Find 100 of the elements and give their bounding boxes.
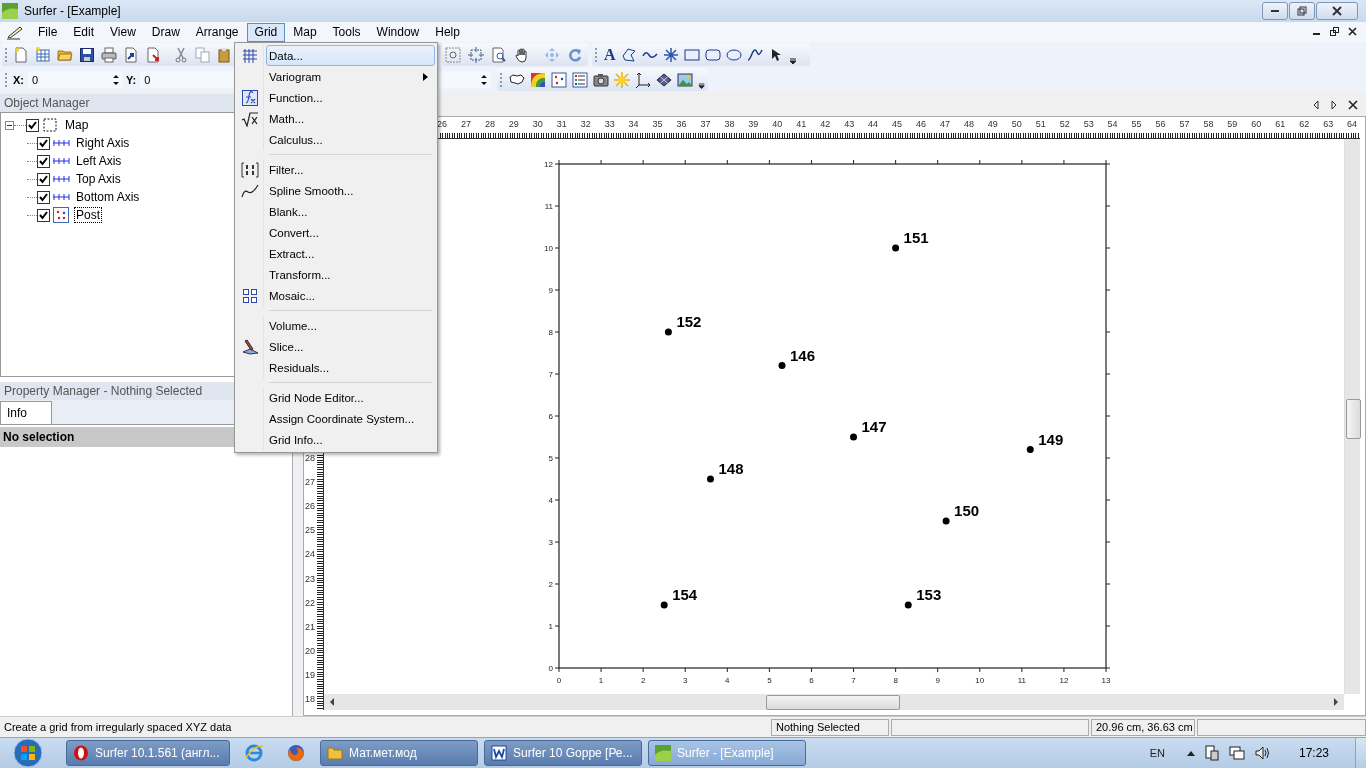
knife-icon	[241, 338, 259, 355]
close-icon[interactable]	[1348, 100, 1358, 110]
menu-item[interactable]: Arrange	[187, 22, 247, 42]
ruler-label: 62	[1298, 119, 1311, 129]
menu-item[interactable]: Tools	[324, 22, 369, 42]
spline-icon[interactable]	[746, 46, 763, 63]
menu-option[interactable]: Data...	[266, 45, 435, 66]
horizontal-scrollbar[interactable]	[324, 694, 1344, 710]
scroll-left-icon[interactable]	[1312, 100, 1320, 110]
device-icon[interactable]	[1204, 745, 1219, 761]
import-icon[interactable]	[145, 46, 161, 63]
menu-option[interactable]: Blank...	[266, 201, 435, 222]
zoom-select-icon[interactable]	[445, 46, 461, 63]
cut-icon[interactable]	[173, 46, 189, 63]
post-map-icon[interactable]	[550, 71, 567, 88]
menu-option[interactable]: Variogram	[266, 66, 435, 87]
checkbox[interactable]	[26, 118, 39, 132]
tree-item[interactable]: Post	[74, 207, 102, 223]
mosaic-icon	[242, 287, 258, 304]
image-icon[interactable]	[676, 71, 693, 88]
tick-label: 10	[544, 244, 553, 253]
vertical-scrollbar[interactable]	[1344, 139, 1360, 694]
menu-option[interactable]: Transform...	[266, 264, 435, 285]
menu-item[interactable]: Map	[285, 22, 325, 42]
language-indicator[interactable]: EN	[1149, 747, 1165, 759]
ruler-label: 60	[1250, 119, 1263, 129]
rounded-rectangle-icon[interactable]	[704, 46, 721, 63]
start-button[interactable]	[13, 738, 43, 768]
scroll-right-icon[interactable]	[1330, 100, 1338, 110]
menu-option[interactable]: Calculus...	[266, 129, 435, 150]
menu-option[interactable]: Convert...	[266, 222, 435, 243]
checkbox[interactable]	[37, 136, 50, 150]
checkbox[interactable]	[37, 208, 50, 222]
show-hidden-icon[interactable]	[1186, 750, 1195, 756]
map-outline-icon[interactable]	[508, 71, 525, 88]
polygon-icon[interactable]	[620, 46, 637, 63]
text-tool[interactable]: A	[604, 46, 616, 63]
ruler-label: 52	[1058, 119, 1071, 129]
axes-icon[interactable]	[634, 71, 651, 88]
menu-item[interactable]: Edit	[65, 22, 103, 42]
scroll-left-icon[interactable]	[328, 697, 336, 707]
menu-item[interactable]: Help	[427, 22, 468, 42]
tick-label: 4	[548, 496, 553, 505]
menu-option[interactable]: Filter...	[266, 159, 435, 180]
ruler-label: 63	[1322, 119, 1335, 129]
checkbox[interactable]	[37, 154, 50, 168]
ruler-label: 54	[1106, 119, 1119, 129]
menu-item[interactable]: File	[30, 22, 66, 42]
ellipse-icon[interactable]	[725, 46, 742, 63]
close-button[interactable]	[1316, 2, 1358, 20]
tab[interactable]: Info	[0, 401, 52, 424]
menu-option[interactable]: Assign Coordinate System...	[266, 408, 435, 429]
restore-button[interactable]	[1289, 2, 1315, 20]
x-field[interactable]: 0	[28, 71, 122, 88]
save-icon[interactable]	[79, 46, 95, 63]
hand-icon[interactable]	[514, 46, 530, 63]
tree-item[interactable]: Left Axis	[74, 153, 124, 169]
ruler-label: 24	[305, 549, 315, 560]
collapse-icon[interactable]	[5, 120, 14, 130]
pen-icon[interactable]	[6, 24, 24, 40]
network-icon[interactable]	[1228, 745, 1245, 761]
menu-option[interactable]: Spline Smooth...	[266, 180, 435, 201]
surface-icon[interactable]	[655, 71, 672, 88]
menu-option[interactable]: Residuals...	[266, 357, 435, 378]
close-icon[interactable]	[1348, 27, 1358, 37]
volume-icon[interactable]	[1254, 745, 1271, 761]
menu-option[interactable]: Mosaic...	[266, 285, 435, 306]
menu-item[interactable]: Draw	[143, 22, 188, 42]
print-icon[interactable]	[101, 46, 117, 63]
tick-label: 4	[725, 676, 730, 685]
checkbox[interactable]	[37, 172, 50, 186]
menu-option[interactable]: Slice...	[266, 336, 435, 357]
checkbox[interactable]	[37, 190, 50, 204]
legend-icon[interactable]	[571, 71, 588, 88]
menu-option[interactable]: Volume...	[266, 315, 435, 336]
tick-label: 6	[809, 676, 814, 685]
new-worksheet-icon[interactable]	[35, 46, 51, 63]
menu-item[interactable]: Window	[368, 22, 428, 42]
tree-item[interactable]: Top Axis	[74, 171, 123, 187]
tree-item[interactable]: Bottom Axis	[74, 189, 142, 205]
color-map-icon[interactable]	[529, 71, 546, 88]
zoom-page-icon[interactable]	[491, 46, 507, 63]
export-icon[interactable]	[123, 46, 139, 63]
minimize-button[interactable]	[1262, 2, 1288, 20]
zoom-fit-icon[interactable]	[468, 46, 484, 63]
clock[interactable]: 17:23	[1298, 746, 1329, 760]
restore-icon[interactable]	[1330, 27, 1340, 37]
menu-item[interactable]: Grid	[246, 22, 286, 42]
spinner-icon[interactable]	[480, 72, 488, 87]
post-icon	[52, 207, 70, 223]
menu-item[interactable]: View	[102, 22, 144, 42]
rotate-icon[interactable]	[567, 46, 583, 63]
camera-icon[interactable]	[592, 71, 609, 88]
scroll-right-icon[interactable]	[1332, 697, 1340, 707]
spinner-icon[interactable]	[111, 72, 120, 87]
tree-item[interactable]: Map	[63, 117, 91, 133]
menu-option[interactable]: Extract...	[266, 243, 435, 264]
paste-icon[interactable]	[217, 46, 233, 63]
symbol-icon[interactable]	[662, 46, 679, 63]
tree-item[interactable]: Right Axis	[74, 135, 132, 151]
